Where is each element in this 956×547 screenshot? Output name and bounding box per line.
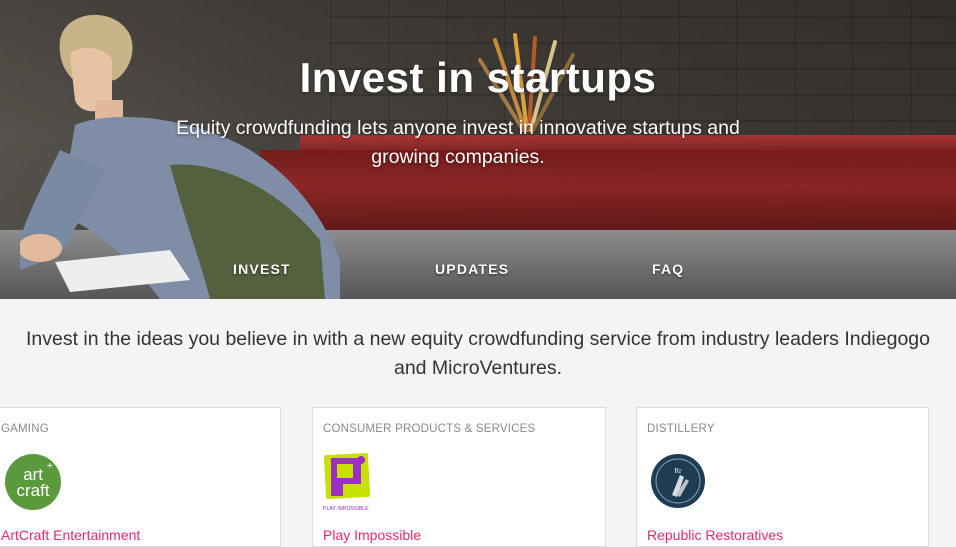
nav-faq-link[interactable]: FAQ: [652, 261, 684, 277]
play-impossible-logo-icon: PLAY IMPOSSIBLE: [323, 452, 371, 512]
nav-updates-link[interactable]: UPDATES: [435, 261, 509, 277]
hero-subtitle: Equity crowdfunding lets anyone invest i…: [176, 117, 740, 168]
card-company-link[interactable]: Play Impossible: [323, 527, 421, 543]
svg-text:Rr: Rr: [675, 467, 683, 475]
campaign-card[interactable]: DISTILLERY Rr Republic Restoratives: [636, 407, 929, 547]
card-company-link[interactable]: Republic Restoratives: [647, 527, 783, 543]
card-company-link[interactable]: ArtCraft Entertainment: [1, 527, 140, 543]
campaign-card[interactable]: CONSUMER PRODUCTS & SERVICES PLAY IMPOSS…: [312, 407, 606, 547]
svg-text:craft: craft: [16, 481, 49, 500]
nav-invest-link[interactable]: INVEST: [233, 261, 291, 277]
svg-text:+: +: [47, 461, 53, 472]
card-category: CONSUMER PRODUCTS & SERVICES: [323, 423, 536, 435]
card-category: GAMING: [1, 423, 49, 435]
card-category: DISTILLERY: [647, 423, 715, 435]
artcraft-logo-icon: art craft +: [5, 454, 61, 510]
intro-text: Invest in the ideas you believe in with …: [25, 328, 930, 379]
svg-text:PLAY IMPOSSIBLE: PLAY IMPOSSIBLE: [323, 506, 369, 512]
republic-restoratives-logo-icon: Rr: [651, 454, 705, 508]
hero-banner: Invest in startups Equity crowdfunding l…: [0, 0, 956, 299]
campaign-card[interactable]: GAMING art craft + ArtCraft Entertainmen…: [0, 407, 281, 547]
hero-title: Invest in startups: [299, 54, 657, 101]
